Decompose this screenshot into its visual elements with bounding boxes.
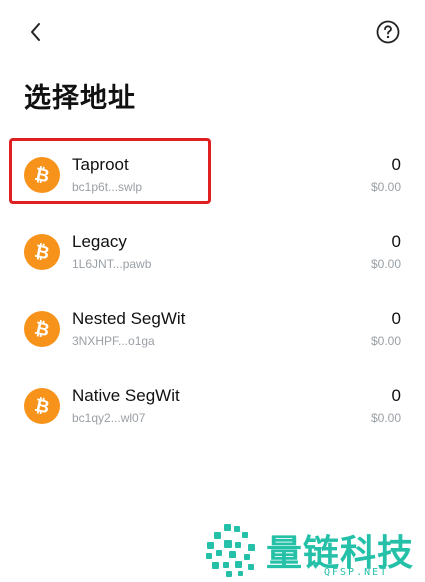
svg-text:₿: ₿ — [33, 318, 52, 340]
address-type-label: Legacy — [72, 232, 127, 251]
back-button[interactable] — [22, 18, 50, 46]
chevron-left-icon — [31, 23, 40, 41]
address-type-label: Nested SegWit — [72, 309, 186, 328]
bitcoin-icon: ₿ — [24, 234, 60, 270]
address-balance: 0 — [391, 309, 401, 328]
address-row-nested-segwit[interactable]: ₿ Nested SegWit 3NXHPF...o1ga 0 $0.00 — [0, 297, 425, 361]
selection-highlight — [9, 138, 211, 204]
address-value: bc1qy2...wl07 — [72, 411, 146, 425]
address-fiat-value: $0.00 — [370, 411, 401, 425]
address-row-native-segwit[interactable]: ₿ Native SegWit bc1qy2...wl07 0 $0.00 — [0, 374, 425, 438]
help-button[interactable] — [375, 19, 401, 45]
address-balance: 0 — [391, 155, 401, 174]
watermark-domain: QFSP.NET — [324, 567, 389, 578]
address-row-legacy[interactable]: ₿ Legacy 1L6JNT...pawb 0 $0.00 — [0, 220, 425, 284]
select-address-screen: 选择地址 ₿ Taproot bc1p6t...swlp 0 $0.00 ₿ L… — [0, 0, 425, 582]
svg-text:₿: ₿ — [33, 241, 52, 263]
address-fiat-value: $0.00 — [370, 334, 401, 348]
question-circle-icon — [376, 20, 400, 44]
bitcoin-icon: ₿ — [24, 311, 60, 347]
address-value: 1L6JNT...pawb — [72, 257, 152, 271]
svg-text:₿: ₿ — [33, 395, 52, 417]
bitcoin-icon: ₿ — [24, 388, 60, 424]
address-value: 3NXHPF...o1ga — [72, 334, 155, 348]
address-fiat-value: $0.00 — [370, 257, 401, 271]
address-balance: 0 — [391, 386, 401, 405]
page-title: 选择地址 — [24, 83, 136, 114]
address-balance: 0 — [391, 232, 401, 251]
watermark: 量链科技 QFSP.NET — [204, 520, 419, 580]
address-fiat-value: $0.00 — [370, 180, 401, 194]
address-type-label: Native SegWit — [72, 386, 180, 405]
watermark-logo-icon — [206, 524, 255, 577]
